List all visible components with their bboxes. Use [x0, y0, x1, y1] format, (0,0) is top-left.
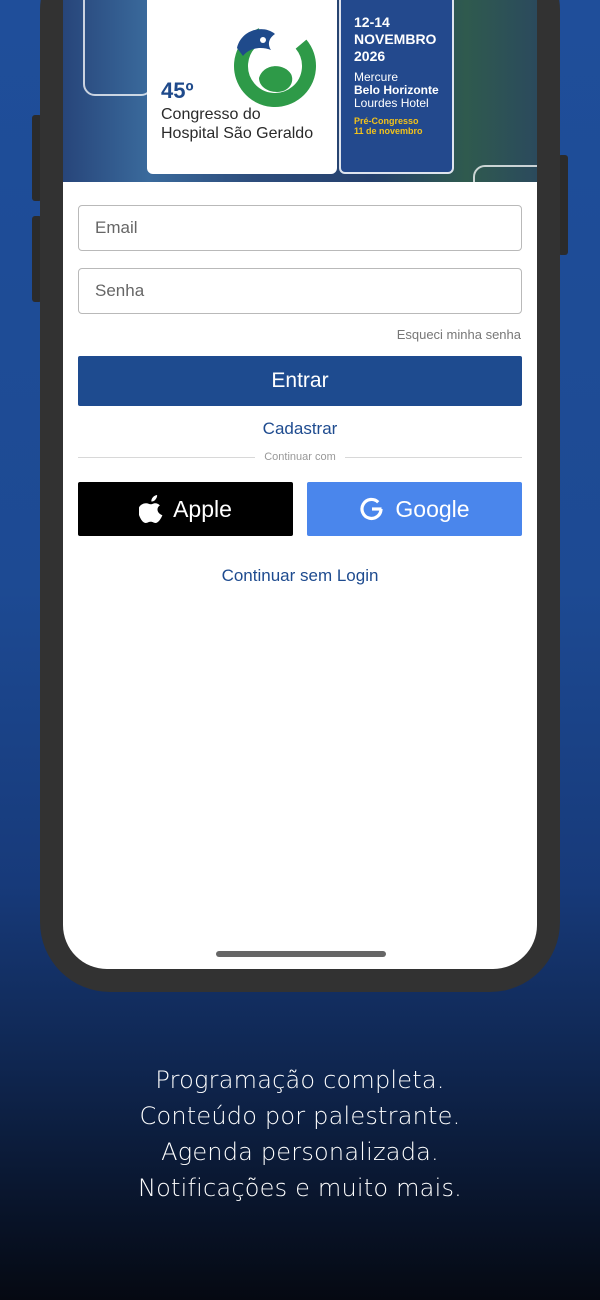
feature-tagline: Programação completa. Conteúdo por pales… — [0, 1062, 600, 1206]
congress-name: Congresso do Hospital São Geraldo — [161, 106, 314, 142]
pre-congress-info: Pré-Congresso 11 de novembro — [354, 116, 423, 136]
apple-icon — [139, 495, 163, 523]
apple-login-label: Apple — [173, 495, 232, 522]
event-venue: Mercure Belo Horizonte Lourdes Hotel — [354, 70, 439, 110]
email-field[interactable] — [78, 205, 522, 251]
hospital-logo-icon — [234, 25, 316, 107]
home-indicator — [216, 951, 386, 957]
event-dates: 12-14 NOVEMBRO 2026 — [354, 14, 437, 64]
app-screen: 45º Congresso do Hospital São Geraldo 12… — [63, 0, 537, 969]
google-login-button[interactable]: Google — [307, 482, 522, 536]
tagline-line: Notificações e muito mais. — [138, 1174, 462, 1202]
banner-decoration — [83, 0, 153, 96]
google-login-label: Google — [395, 495, 470, 522]
google-icon — [360, 497, 384, 521]
event-banner: 45º Congresso do Hospital São Geraldo 12… — [63, 0, 537, 182]
forgot-password-link[interactable]: Esqueci minha senha — [397, 327, 521, 342]
divider-right — [345, 457, 522, 458]
apple-login-button[interactable]: Apple — [78, 482, 293, 536]
congress-title-card: 45º Congresso do Hospital São Geraldo — [147, 0, 337, 174]
banner-decoration — [473, 165, 537, 182]
password-field[interactable] — [78, 268, 522, 314]
tagline-line: Conteúdo por palestrante. — [139, 1102, 461, 1130]
continue-without-login-link[interactable]: Continuar sem Login — [63, 566, 537, 586]
register-link[interactable]: Cadastrar — [63, 419, 537, 439]
tagline-line: Agenda personalizada. — [161, 1138, 439, 1166]
event-details-card: 12-14 NOVEMBRO 2026 Mercure Belo Horizon… — [339, 0, 454, 174]
tagline-line: Programação completa. — [155, 1066, 445, 1094]
login-button[interactable]: Entrar — [78, 356, 522, 406]
congress-edition: 45º — [161, 78, 194, 103]
